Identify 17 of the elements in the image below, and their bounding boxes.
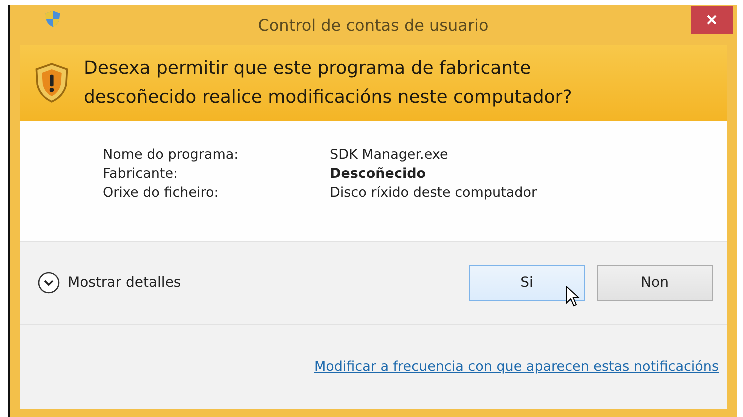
detail-value: Descoñecido [330,166,428,182]
show-details-toggle[interactable]: Mostrar detalles [38,272,182,294]
dialog-button[interactable]: Non [597,265,713,301]
detail-label: Nome do programa: [103,147,240,163]
chevron-circle-icon [38,272,60,294]
question-text: Desexa permitir que este programa de fabricante descoñecido realice modificacións neste computador? [84,57,574,110]
detail-value: Disco ríxido deste computador [330,185,538,201]
close-button[interactable] [691,6,733,34]
mouse-pointer-icon [566,286,580,308]
detail-label: Fabricante: [103,166,180,182]
close-icon [707,15,717,25]
warning-shield-icon [34,62,70,104]
window-title: Control de contas de usuario [257,16,490,34]
detail-label: Orixe do ficheiro: [103,185,220,201]
notification-settings-link[interactable]: Modificar a frecuencia con que aparecen estas notificacións [314,359,719,375]
detail-value: SDK Manager.exe [330,147,450,163]
shield-icon [44,10,62,28]
